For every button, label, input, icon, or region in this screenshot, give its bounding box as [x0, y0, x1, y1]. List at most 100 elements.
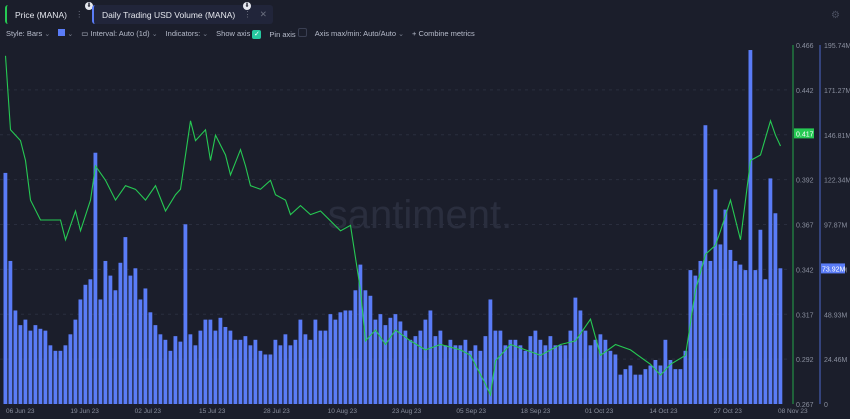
volume-bar: [208, 319, 213, 404]
volume-bar: [683, 350, 688, 404]
volume-bar: [633, 374, 638, 404]
volume-tick-label: 0: [824, 402, 828, 409]
volume-bar: [578, 310, 583, 404]
current-volume-label: 73.92M: [822, 266, 846, 273]
volume-bar: [458, 345, 463, 404]
volume-bar: [418, 330, 423, 404]
volume-bar: [403, 330, 408, 404]
volume-bar: [743, 270, 748, 404]
volume-bar: [278, 345, 283, 404]
volume-bar: [323, 330, 328, 404]
x-tick-label: 10 Aug 23: [328, 408, 358, 415]
volume-bar: [348, 310, 353, 404]
volume-bar: [548, 336, 553, 404]
volume-bar: [123, 237, 128, 404]
volume-bar: [188, 334, 193, 404]
volume-bar: [678, 369, 683, 404]
volume-bar: [623, 369, 628, 404]
volume-bar: [223, 326, 228, 404]
volume-bar: [438, 330, 443, 404]
volume-bar: [778, 268, 783, 404]
volume-bar: [293, 339, 298, 404]
volume-bar: [558, 345, 563, 404]
volume-bar: [13, 310, 18, 404]
volume-bar: [48, 345, 53, 404]
volume-bar: [528, 336, 533, 404]
volume-bar: [643, 369, 648, 404]
x-tick-label: 14 Oct 23: [649, 408, 678, 415]
volume-bar: [513, 339, 518, 404]
volume-bar: [378, 314, 383, 404]
volume-bar: [353, 290, 358, 404]
volume-bar: [713, 189, 718, 404]
volume-bar: [313, 319, 318, 404]
volume-bar: [598, 334, 603, 404]
volume-bar: [648, 365, 653, 404]
volume-bar: [163, 339, 168, 404]
volume-bar: [413, 336, 418, 404]
volume-bar: [288, 345, 293, 404]
volume-bar: [193, 345, 198, 404]
volume-bar: [198, 330, 203, 404]
volume-bar: [73, 319, 78, 404]
price-tick-label: 0.442: [796, 88, 814, 95]
volume-bar: [93, 152, 98, 404]
volume-bar: [698, 260, 703, 404]
volume-bar: [203, 319, 208, 404]
volume-bar: [428, 310, 433, 404]
volume-bar: [773, 213, 778, 404]
volume-bar: [503, 345, 508, 404]
volume-bar: [283, 334, 288, 404]
volume-bar: [178, 341, 183, 404]
volume-bar: [183, 224, 188, 404]
volume-bar: [758, 229, 763, 404]
volume-bar: [408, 339, 413, 404]
volume-tick-label: 146.81M: [824, 133, 850, 140]
volume-bar: [588, 345, 593, 404]
volume-bar: [128, 275, 133, 404]
volume-bar: [328, 314, 333, 404]
volume-bar: [383, 325, 388, 404]
volume-bar: [498, 330, 503, 404]
volume-bar: [358, 264, 363, 404]
volume-bar: [733, 260, 738, 404]
volume-tick-label: 48.93M: [824, 312, 848, 319]
volume-bar: [8, 260, 13, 404]
volume-bar: [63, 345, 68, 404]
price-tick-label: 0.392: [796, 178, 814, 185]
volume-bar: [263, 354, 268, 404]
volume-bar: [28, 330, 33, 404]
volume-bar: [138, 299, 143, 404]
volume-bar: [653, 359, 658, 404]
volume-bar: [393, 314, 398, 404]
volume-bar: [173, 336, 178, 404]
volume-bar: [143, 288, 148, 404]
volume-bar: [688, 270, 693, 404]
volume-bar: [343, 310, 348, 404]
volume-bar: [3, 172, 8, 404]
volume-bar: [583, 330, 588, 404]
volume-tick-label: 195.74M: [824, 43, 850, 50]
volume-bar: [453, 345, 458, 404]
volume-tick-label: 97.87M: [824, 223, 848, 230]
volume-tick-label: 122.34M: [824, 178, 850, 185]
volume-bar: [298, 319, 303, 404]
volume-bar: [448, 339, 453, 404]
chart[interactable]: santiment. 0.466 0.442 0.417 0.392 0.367 0.34…: [0, 0, 850, 419]
volume-bar: [158, 334, 163, 404]
volume-bar: [443, 345, 448, 404]
volume-bar: [153, 325, 158, 404]
volume-bar: [423, 319, 428, 404]
volume-bar: [693, 275, 698, 404]
x-tick-label: 18 Sep 23: [521, 408, 551, 415]
volume-bar: [253, 339, 258, 404]
volume-bar: [108, 275, 113, 404]
volume-bar: [723, 209, 728, 404]
volume-bar: [308, 339, 313, 404]
volume-bar: [83, 284, 88, 404]
price-tick-label: 0.342: [796, 267, 814, 274]
x-tick-label: 15 Jul 23: [199, 408, 226, 415]
volume-bar: [523, 350, 528, 404]
volume-bar: [228, 330, 233, 404]
volume-bar: [753, 270, 758, 404]
